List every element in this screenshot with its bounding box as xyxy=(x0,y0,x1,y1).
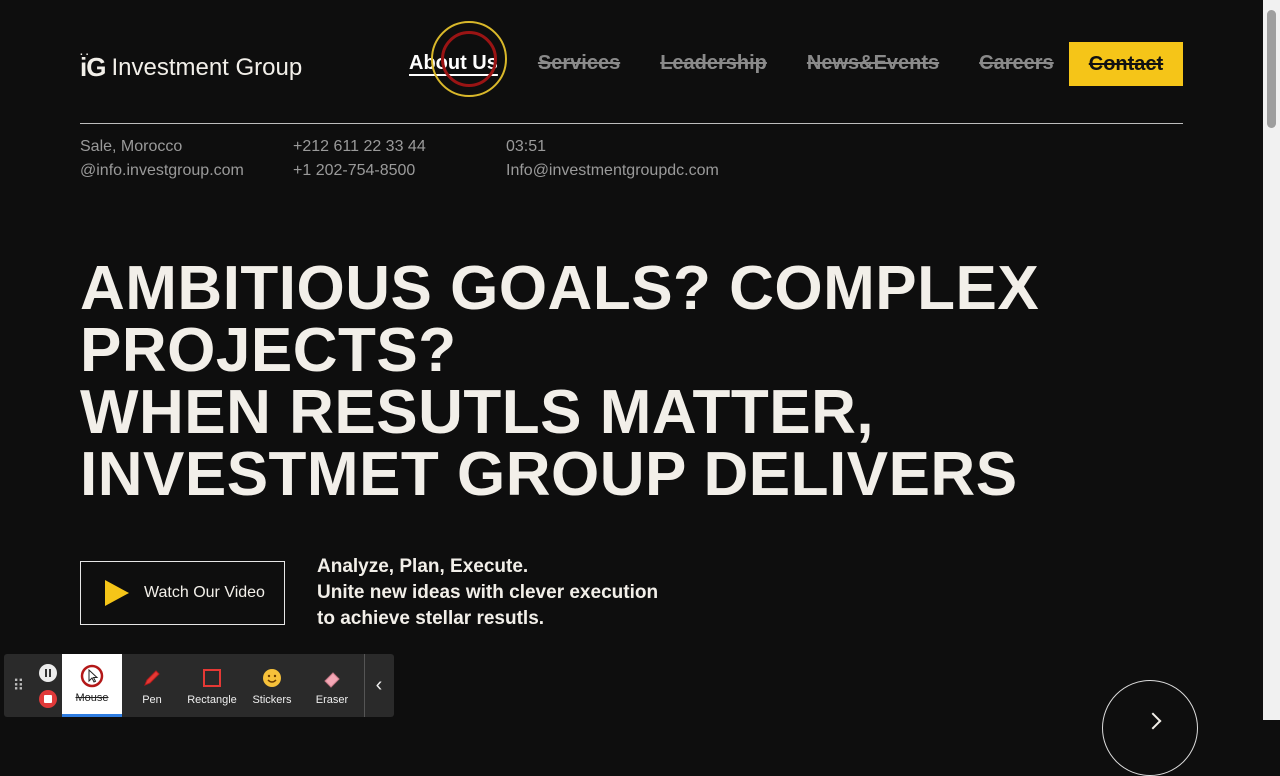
nav-item-careers[interactable]: Careers xyxy=(979,52,1054,75)
nav-item-about-us[interactable]: About Us xyxy=(409,52,498,75)
pen-icon xyxy=(141,666,163,690)
hero-line: WHEN RESUTLS MATTER, xyxy=(80,378,875,447)
nav-item-leadership[interactable]: Leadership xyxy=(660,52,767,75)
tagline-line: Unite new ideas with clever execution xyxy=(317,582,659,603)
info-email[interactable]: @info.investgroup.com xyxy=(80,159,244,183)
tool-rectangle[interactable]: Rectangle xyxy=(182,654,242,717)
scroll-down-button[interactable] xyxy=(1102,680,1198,776)
annotation-toolbar: ⠿ Mouse Pen Rectangle Stickers Eraser ‹ xyxy=(4,654,394,717)
header-divider xyxy=(80,123,1183,124)
tool-label: Pen xyxy=(142,693,162,706)
logo[interactable]: .. iG Investment Group xyxy=(80,46,303,82)
info-phone-1[interactable]: +212 611 22 33 44 xyxy=(293,135,426,159)
mouse-icon xyxy=(80,664,104,688)
hero-line: PROJECTS? xyxy=(80,316,457,385)
main-nav: About Us Services Leadership News&Events… xyxy=(409,52,1094,75)
tool-label: Eraser xyxy=(315,693,349,706)
hero-line: AMBITIOUS GOALS? COMPLEX xyxy=(80,254,1040,323)
arrow-icon xyxy=(1144,712,1162,730)
info-phone-2[interactable]: +1 202-754-8500 xyxy=(293,159,426,183)
tool-pen[interactable]: Pen xyxy=(122,654,182,717)
drag-handle-icon[interactable]: ⠿ xyxy=(4,654,34,717)
chevron-left-icon: ‹ xyxy=(375,674,383,696)
page-scrollbar[interactable] xyxy=(1263,0,1280,720)
scrollbar-thumb[interactable] xyxy=(1267,10,1276,128)
sticker-smiley-icon xyxy=(261,666,283,690)
contact-button[interactable]: Contact xyxy=(1069,42,1183,86)
pause-icon[interactable] xyxy=(39,663,57,682)
nav-item-news-events[interactable]: News&Events xyxy=(807,52,939,75)
info-email-2[interactable]: Info@investmentgroupdc.com xyxy=(506,159,719,183)
watch-video-button[interactable]: Watch Our Video xyxy=(80,561,285,625)
eraser-icon xyxy=(321,666,343,690)
hero-headline: AMBITIOUS GOALS? COMPLEX PROJECTS? WHEN … xyxy=(80,258,1039,506)
hero-line: INVESTMET GROUP DELIVERS xyxy=(80,440,1018,509)
tagline: Analyze, Plan, Execute. Unite new ideas … xyxy=(317,554,658,632)
tagline-line: Analyze, Plan, Execute. xyxy=(317,556,529,577)
info-location: Sale, Morocco xyxy=(80,138,183,155)
tool-label: Stickers xyxy=(252,693,292,706)
tool-stickers[interactable]: Stickers xyxy=(242,654,302,717)
tool-label: Rectangle xyxy=(187,693,237,706)
logo-name: Investment Group xyxy=(111,54,303,81)
tagline-line: to achieve stellar resutls. xyxy=(317,608,545,629)
info-column-time: 03:51 Info@investmentgroupdc.com xyxy=(506,135,719,183)
stop-icon[interactable] xyxy=(39,689,57,708)
tool-mouse[interactable]: Mouse xyxy=(62,654,122,717)
info-column-location: Sale, Morocco @info.investgroup.com xyxy=(80,135,244,183)
collapse-toolbar-button[interactable]: ‹ xyxy=(364,654,393,717)
recording-controls xyxy=(34,654,62,717)
nav-item-services[interactable]: Services xyxy=(538,52,620,75)
tool-label: Mouse xyxy=(75,692,109,704)
logo-mark: .. iG xyxy=(80,47,106,82)
tool-eraser[interactable]: Eraser xyxy=(302,654,362,717)
watch-video-label: Watch Our Video xyxy=(144,584,265,601)
info-column-phone: +212 611 22 33 44 +1 202-754-8500 xyxy=(293,135,426,183)
play-icon xyxy=(105,580,129,606)
rectangle-icon xyxy=(201,666,223,690)
info-time: 03:51 xyxy=(506,138,547,155)
